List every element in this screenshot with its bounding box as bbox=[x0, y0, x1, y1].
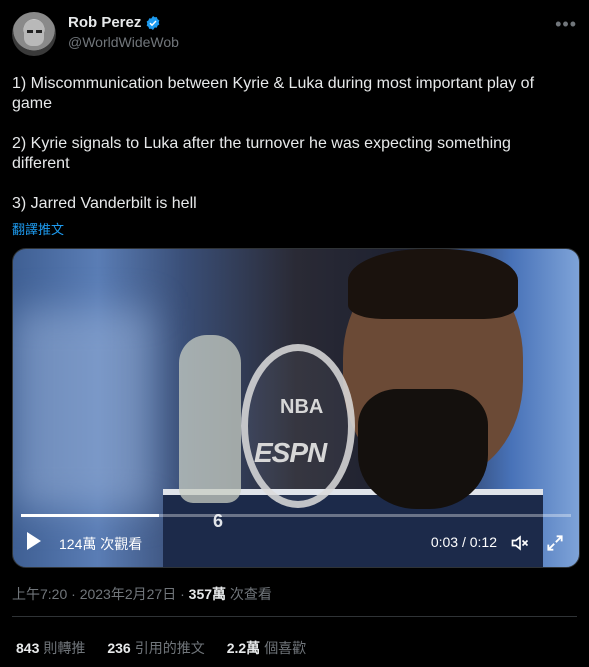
avatar[interactable] bbox=[12, 12, 56, 56]
meta-separator: · bbox=[180, 586, 189, 602]
video-view-count: 124萬 次觀看 bbox=[59, 536, 143, 552]
name-row: Rob Perez bbox=[68, 14, 179, 31]
tweet-line-1: 1) Miscommunication between Kyrie & Luka… bbox=[12, 75, 535, 112]
video-background-blur bbox=[13, 309, 153, 509]
verified-badge-icon bbox=[147, 15, 160, 30]
translate-link[interactable]: 翻譯推文 bbox=[12, 219, 64, 238]
author-names: Rob Perez @WorldWideWob bbox=[68, 14, 179, 50]
engagement-stats: 843 則轉推 236 引用的推文 2.2萬 個喜歡 bbox=[16, 638, 306, 658]
avatar-eye-right bbox=[36, 30, 42, 33]
volume-icon[interactable] bbox=[509, 533, 531, 553]
meta-separator: · bbox=[71, 586, 80, 602]
tweet-date[interactable]: 2023年2月27日 bbox=[80, 586, 177, 602]
tweet-line-3: 3) Jarred Vanderbilt is hell bbox=[12, 195, 197, 212]
tweet-line-2: 2) Kyrie signals to Luka after the turno… bbox=[12, 135, 511, 172]
views-count: 357萬 bbox=[188, 586, 227, 602]
quotes-label: 引用的推文 bbox=[134, 640, 205, 656]
avatar-face bbox=[24, 20, 44, 46]
video-progress-bar[interactable] bbox=[21, 514, 571, 517]
nba-espn-logo-ring bbox=[241, 344, 355, 508]
views-label: 次查看 bbox=[229, 586, 272, 602]
quotes-stat[interactable]: 236 引用的推文 bbox=[107, 638, 204, 658]
retweets-count: 843 bbox=[16, 640, 40, 656]
nba-logo-silhouette bbox=[179, 335, 241, 503]
display-name[interactable]: Rob Perez bbox=[68, 14, 141, 31]
video-player-beard bbox=[358, 389, 488, 509]
tweet-text: 1) Miscommunication between Kyrie & Luka… bbox=[12, 74, 572, 234]
espn-logo-text: ESPN bbox=[254, 437, 327, 468]
video-progress-fill bbox=[21, 514, 159, 517]
handle[interactable]: @WorldWideWob bbox=[68, 34, 179, 50]
tweet-header: Rob Perez @WorldWideWob ••• bbox=[12, 12, 577, 56]
likes-label: 個喜歡 bbox=[264, 640, 307, 656]
avatar-eye-left bbox=[27, 30, 33, 33]
retweets-stat[interactable]: 843 則轉推 bbox=[16, 638, 85, 658]
divider bbox=[12, 616, 577, 617]
nba-logo-text: NBA bbox=[280, 396, 324, 418]
video-player-hair bbox=[348, 249, 518, 319]
more-icon[interactable]: ••• bbox=[555, 14, 577, 35]
likes-stat[interactable]: 2.2萬 個喜歡 bbox=[227, 638, 306, 658]
tweet-meta: 上午7:20 · 2023年2月27日 · 357萬 次查看 bbox=[12, 584, 272, 604]
video-controls: 124萬 次觀看 0:03 / 0:12 bbox=[13, 519, 579, 567]
tweet-time[interactable]: 上午7:20 bbox=[12, 586, 67, 602]
retweets-label: 則轉推 bbox=[43, 640, 86, 656]
quotes-count: 236 bbox=[107, 640, 131, 656]
likes-count: 2.2萬 bbox=[226, 640, 261, 656]
video-time: 0:03 / 0:12 bbox=[430, 534, 497, 550]
video-player[interactable]: 6 NBA ESPN 124萬 次觀看 0:03 / 0:12 bbox=[12, 248, 580, 568]
play-icon[interactable] bbox=[27, 532, 41, 550]
fullscreen-icon[interactable] bbox=[545, 533, 565, 553]
